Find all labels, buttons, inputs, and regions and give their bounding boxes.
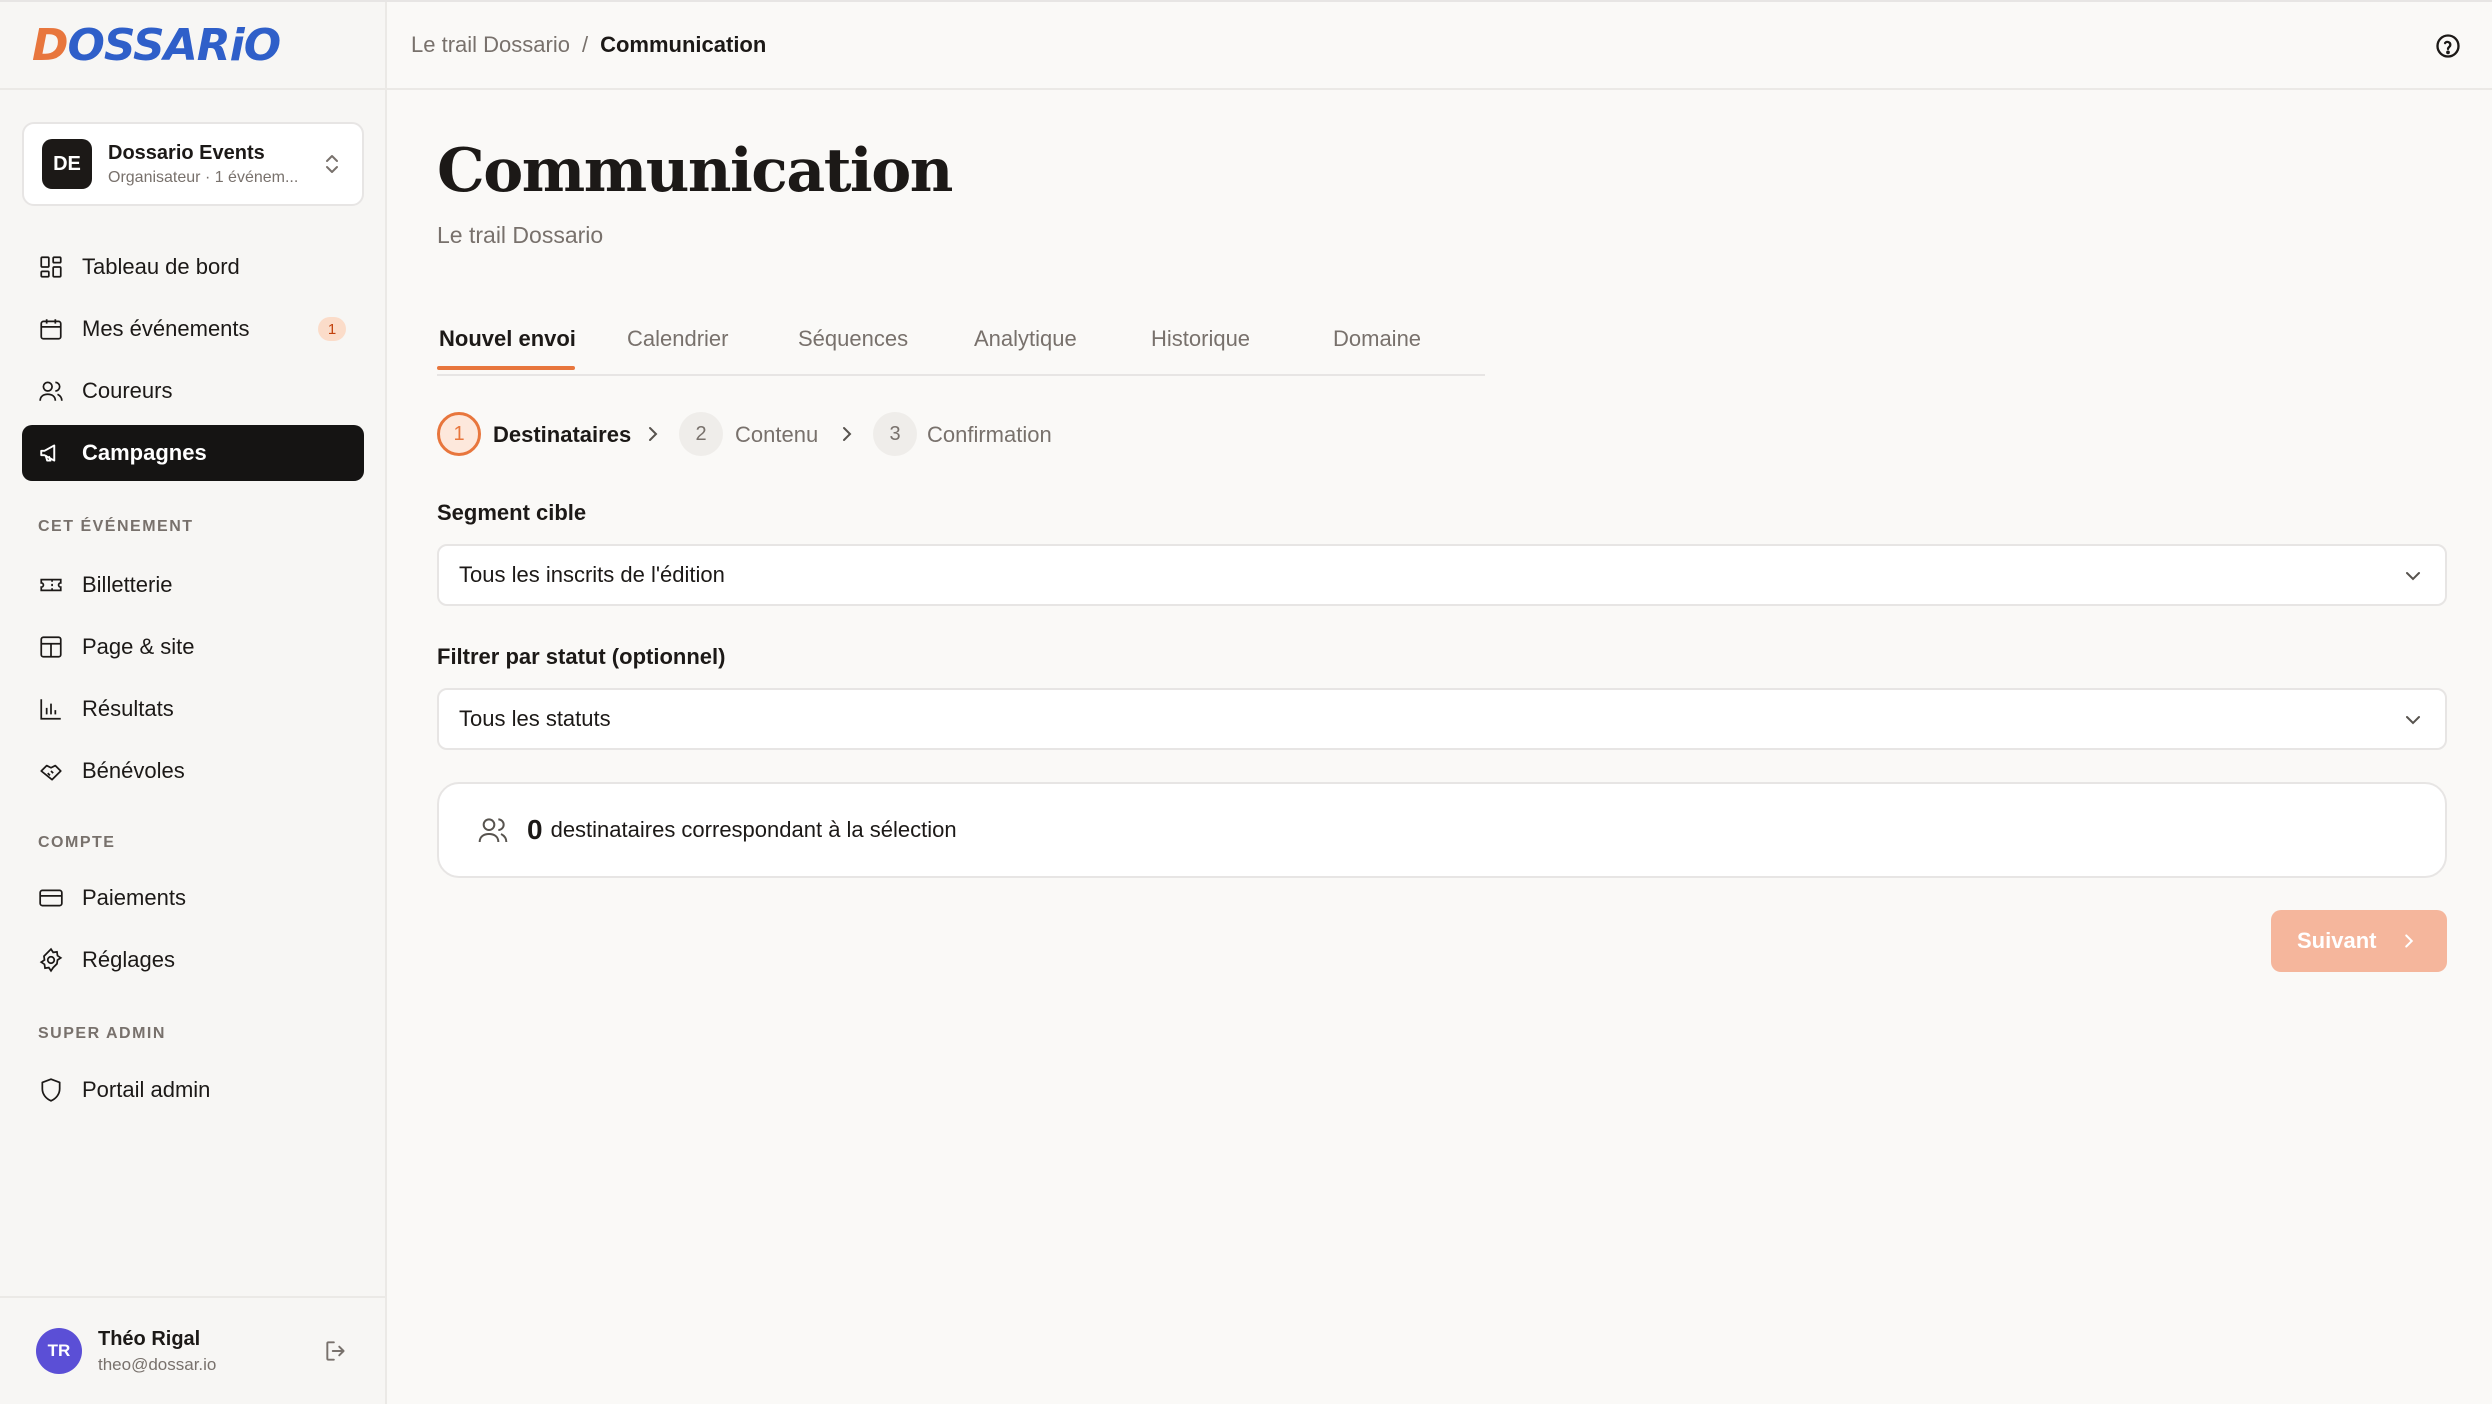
avatar[interactable]: TR xyxy=(36,1328,82,1374)
sidebar-item-dashboard[interactable]: Tableau de bord xyxy=(22,239,364,295)
breadcrumb-parent[interactable]: Le trail Dossario xyxy=(411,32,570,58)
dashboard-icon xyxy=(40,256,62,278)
tab-new-send[interactable]: Nouvel envoi xyxy=(439,326,576,352)
chevron-right-icon xyxy=(2405,934,2414,948)
org-subtitle: Organisateur · 1 événem... xyxy=(108,168,299,186)
tab-sequences[interactable]: Séquences xyxy=(798,326,908,352)
active-tab-indicator xyxy=(437,366,575,370)
shield-icon xyxy=(41,1078,61,1102)
section-label-event: CET ÉVÉNEMENT xyxy=(38,518,194,535)
chevron-right-icon xyxy=(649,427,658,441)
tab-history[interactable]: Historique xyxy=(1151,326,1250,352)
sidebar-item-volunteers[interactable]: Bénévoles xyxy=(22,743,364,799)
users-icon xyxy=(39,381,63,401)
ticket-icon xyxy=(40,578,62,592)
logout-icon[interactable] xyxy=(323,1338,349,1364)
step-3-label[interactable]: Confirmation xyxy=(927,422,1052,448)
organization-switcher[interactable]: DE Dossario Events Organisateur · 1 évén… xyxy=(22,122,364,206)
sidebar: DOSSARiO DE Dossario Events Organisateur… xyxy=(0,2,387,1404)
logo-row: DOSSARiO xyxy=(0,2,385,90)
sidebar-item-label: Résultats xyxy=(82,696,174,721)
org-avatar: DE xyxy=(42,139,92,189)
sidebar-item-label: Billetterie xyxy=(82,572,173,597)
sidebar-item-label: Campagnes xyxy=(82,440,207,465)
bar-chart-icon xyxy=(40,699,61,720)
tabs: Nouvel envoi Calendrier Séquences Analyt… xyxy=(437,308,1485,376)
next-button[interactable]: Suivant xyxy=(2271,910,2447,972)
org-text: Dossario Events Organisateur · 1 événem.… xyxy=(108,142,320,187)
main-nav: Tableau de bord Mes événements 1 Coureur… xyxy=(22,239,364,487)
chevron-right-icon xyxy=(843,427,852,441)
sidebar-item-label: Tableau de bord xyxy=(82,254,240,279)
next-button-label: Suivant xyxy=(2297,928,2377,953)
sidebar-item-label: Mes événements xyxy=(82,316,250,341)
segment-select[interactable]: Tous les inscrits de l'édition xyxy=(437,544,2447,606)
sidebar-item-label: Coureurs xyxy=(82,378,173,403)
handshake-icon xyxy=(40,764,62,781)
users-icon xyxy=(478,818,508,843)
status-filter-label: Filtrer par statut (optionnel) xyxy=(437,644,726,669)
account-nav: Paiements Réglages xyxy=(22,870,364,994)
sidebar-item-label: Bénévoles xyxy=(82,758,185,783)
sidebar-item-label: Réglages xyxy=(82,947,175,972)
user-name: Théo Rigal xyxy=(98,1327,201,1350)
user-text: Théo Rigal theo@dossar.io xyxy=(98,1328,323,1375)
step-3-circle[interactable]: 3 xyxy=(873,412,917,456)
megaphone-icon xyxy=(40,444,56,462)
chevrons-up-down-icon xyxy=(326,155,338,173)
recipients-count-card: 0 destinataires correspondant à la sélec… xyxy=(437,782,2447,878)
tab-analytics[interactable]: Analytique xyxy=(974,326,1077,352)
recipients-count-text: destinataires correspondant à la sélecti… xyxy=(550,817,957,842)
sidebar-item-settings[interactable]: Réglages xyxy=(22,932,364,988)
layout-icon xyxy=(40,636,62,658)
sidebar-item-label: Portail admin xyxy=(82,1077,211,1102)
credit-card-icon xyxy=(39,889,63,907)
breadcrumb-current: Communication xyxy=(600,32,767,57)
admin-nav: Portail admin xyxy=(22,1062,364,1124)
section-label-super-admin: SUPER ADMIN xyxy=(38,1025,166,1042)
calendar-icon xyxy=(40,319,62,340)
sidebar-item-admin-portal[interactable]: Portail admin xyxy=(22,1062,364,1118)
tab-calendar[interactable]: Calendrier xyxy=(627,326,729,352)
sidebar-item-label: Page & site xyxy=(82,634,195,659)
status-filter-select[interactable]: Tous les statuts xyxy=(437,688,2447,750)
sidebar-item-runners[interactable]: Coureurs xyxy=(22,363,364,419)
status-filter-value: Tous les statuts xyxy=(459,706,611,731)
sidebar-item-results[interactable]: Résultats xyxy=(22,681,364,737)
logo-text: OSSARiO xyxy=(67,19,282,71)
logo-letter: D xyxy=(32,19,69,71)
sidebar-item-page-site[interactable]: Page & site xyxy=(22,619,364,675)
page-title: Communication xyxy=(437,136,953,206)
sidebar-item-events[interactable]: Mes événements 1 xyxy=(22,301,364,357)
step-1-label[interactable]: Destinataires xyxy=(493,422,631,448)
events-count-badge: 1 xyxy=(318,317,346,341)
sidebar-item-campaigns[interactable]: Campagnes xyxy=(22,425,364,481)
recipients-count: 0 xyxy=(527,814,543,845)
stepper: 1 Destinataires 2 Contenu 3 Confirmation xyxy=(437,412,1337,456)
dossario-logo[interactable]: DOSSARiO xyxy=(32,19,282,71)
chevron-down-icon xyxy=(2406,572,2420,581)
segment-select-value: Tous les inscrits de l'édition xyxy=(459,562,725,587)
breadcrumb-separator: / xyxy=(581,32,589,57)
sidebar-item-ticketing[interactable]: Billetterie xyxy=(22,557,364,613)
tab-domain[interactable]: Domaine xyxy=(1333,326,1421,352)
help-icon[interactable] xyxy=(2434,32,2462,60)
event-nav: Billetterie Page & site Résultats Bénévo… xyxy=(22,557,364,805)
step-1-circle[interactable]: 1 xyxy=(437,412,481,456)
chevron-down-icon xyxy=(2406,716,2420,725)
sidebar-item-label: Paiements xyxy=(82,885,186,910)
step-2-circle[interactable]: 2 xyxy=(679,412,723,456)
settings-icon xyxy=(39,947,63,973)
sidebar-item-payments[interactable]: Paiements xyxy=(22,870,364,926)
section-label-account: COMPTE xyxy=(38,834,116,851)
org-name: Dossario Events xyxy=(108,141,265,164)
user-profile: TR Théo Rigal theo@dossar.io xyxy=(0,1296,385,1404)
topbar: Le trail Dossario / Communication xyxy=(387,2,2492,90)
segment-label: Segment cible xyxy=(437,500,587,525)
page-subtitle: Le trail Dossario xyxy=(437,222,604,248)
breadcrumb: Le trail Dossario / Communication xyxy=(411,32,766,58)
user-email: theo@dossar.io xyxy=(98,1354,217,1374)
app-root: DOSSARiO DE Dossario Events Organisateur… xyxy=(0,0,2492,1404)
step-2-label[interactable]: Contenu xyxy=(735,422,818,448)
